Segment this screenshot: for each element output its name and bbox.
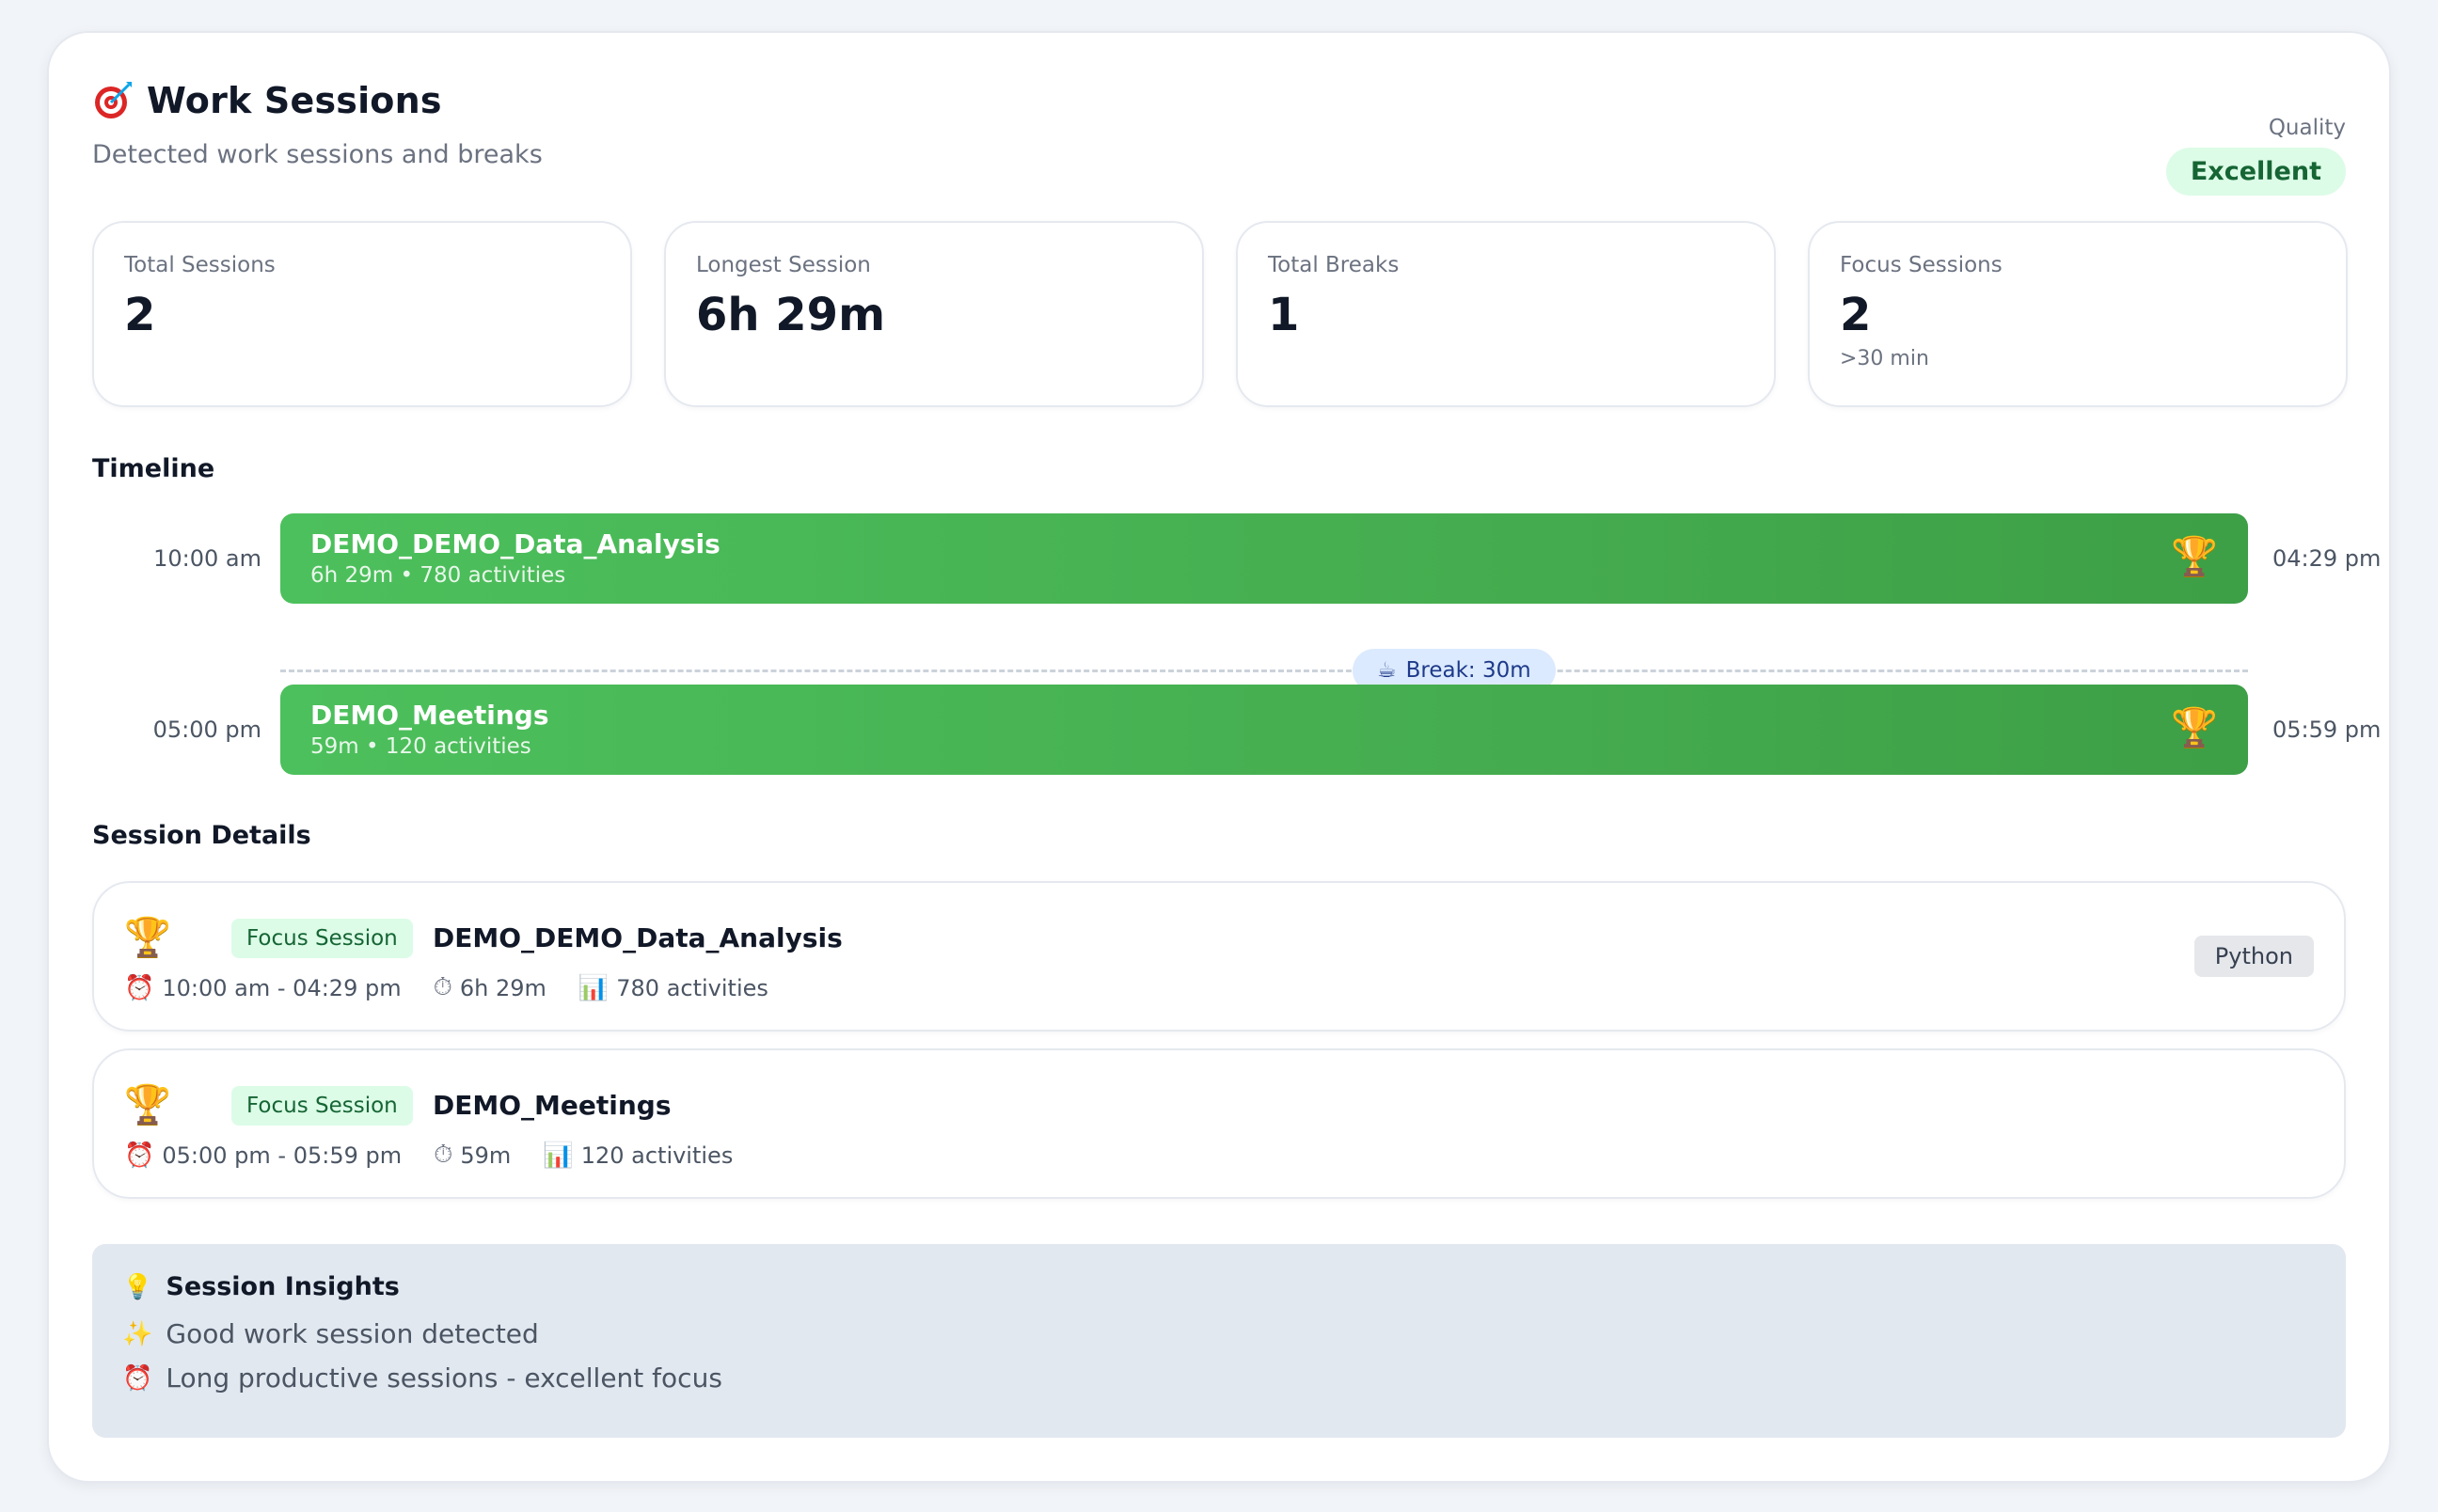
work-sessions-card: Work Sessions Detected work sessions and…: [47, 31, 2391, 1483]
session-meta: ⏰ 10:00 am - 04:29 pm ⏱ 6h 29m 📊 780 act…: [124, 973, 768, 1002]
activities-text: 120 activities: [580, 1142, 734, 1169]
session-duration: ⏱ 6h 29m: [434, 973, 546, 1002]
header: Work Sessions Detected work sessions and…: [92, 80, 2346, 212]
timeline-end-time: 04:29 pm: [2272, 545, 2382, 572]
timeline-session-row: 10:00 am DEMO_DEMO_Data_Analysis 6h 29m …: [92, 513, 2381, 604]
insights-title: Session Insights: [166, 1272, 400, 1301]
timeline-session-name: DEMO_Meetings: [310, 700, 549, 731]
stat-label: Longest Session: [696, 253, 871, 277]
timeline-start-time: 10:00 am: [153, 545, 261, 572]
trophy-icon: 🏆: [124, 916, 171, 959]
session-activities: 📊 780 activities: [578, 974, 768, 1002]
insights-heading: 💡 Session Insights: [122, 1272, 2316, 1301]
sparkles-icon: ✨: [122, 1319, 153, 1348]
timeline-end-time: 05:59 pm: [2272, 717, 2382, 743]
stat-card-total-breaks: Total Breaks 1: [1236, 221, 1776, 407]
trophy-icon: 🏆: [124, 1083, 171, 1126]
stopwatch-icon: ⏱: [433, 973, 452, 1001]
stopwatch-icon: ⏱: [434, 1141, 453, 1169]
stat-value: 1: [1268, 289, 1300, 341]
break-divider: [280, 669, 2248, 672]
stat-value: 2: [1840, 289, 1872, 341]
duration-text: 59m: [460, 1142, 512, 1169]
session-activities: 📊 120 activities: [543, 1142, 733, 1170]
time-range-text: 10:00 am - 04:29 pm: [162, 974, 402, 1001]
page-title: Work Sessions: [147, 80, 442, 121]
bar-chart-icon: 📊: [543, 1141, 574, 1170]
stat-label: Total Breaks: [1268, 253, 1400, 277]
stat-card-total-sessions: Total Sessions 2: [92, 221, 632, 407]
alarm-clock-icon: ⏰: [122, 1363, 153, 1393]
timeline-session-bar[interactable]: DEMO_Meetings 59m • 120 activities 🏆: [280, 685, 2248, 775]
stat-sub: >30 min: [1840, 347, 1929, 370]
timeline-session-name: DEMO_DEMO_Data_Analysis: [310, 528, 720, 559]
stat-value: 2: [124, 289, 156, 341]
target-icon: [92, 80, 134, 121]
session-detail-card[interactable]: 🏆 Focus Session DEMO_Meetings ⏰ 05:00 pm…: [92, 1048, 2346, 1199]
session-time-range: ⏰ 05:00 pm - 05:59 pm: [124, 1142, 402, 1170]
bar-chart-icon: 📊: [578, 973, 610, 1002]
quality-badge: Excellent: [2165, 148, 2346, 196]
session-name: DEMO_Meetings: [433, 1090, 672, 1121]
duration-text: 6h 29m: [459, 974, 546, 1001]
coffee-icon: ☕: [1377, 658, 1397, 683]
lightbulb-icon: 💡: [122, 1272, 153, 1301]
session-detail-card[interactable]: 🏆 Focus Session DEMO_DEMO_Data_Analysis …: [92, 881, 2346, 1032]
insight-text: Good work session detected: [166, 1318, 539, 1349]
timeline-start-time: 05:00 pm: [152, 717, 261, 743]
timeline-session-row: 05:00 pm DEMO_Meetings 59m • 120 activit…: [92, 685, 2381, 775]
time-range-text: 05:00 pm - 05:59 pm: [162, 1142, 403, 1169]
session-insights-panel: 💡 Session Insights ✨ Good work session d…: [92, 1244, 2346, 1438]
session-details-title: Session Details: [92, 821, 311, 850]
insight-item: ✨ Good work session detected: [122, 1318, 2316, 1349]
quality-label: Quality: [2268, 116, 2346, 140]
alarm-clock-icon: ⏰: [124, 973, 155, 1002]
focus-session-badge: Focus Session: [231, 919, 413, 958]
activities-text: 780 activities: [616, 974, 768, 1001]
stat-label: Total Sessions: [124, 253, 276, 277]
focus-session-badge: Focus Session: [231, 1086, 413, 1126]
timeline-session-bar[interactable]: DEMO_DEMO_Data_Analysis 6h 29m • 780 act…: [280, 513, 2248, 604]
language-tag: Python: [2193, 936, 2314, 977]
timeline-title: Timeline: [92, 454, 215, 483]
session-time-range: ⏰ 10:00 am - 04:29 pm: [124, 974, 402, 1002]
timeline-session-meta: 6h 29m • 780 activities: [310, 563, 566, 588]
session-duration: ⏱ 59m: [434, 1141, 511, 1170]
title-row: Work Sessions: [92, 80, 2346, 121]
session-meta: ⏰ 05:00 pm - 05:59 pm ⏱ 59m 📊 120 activi…: [124, 1141, 733, 1170]
page-subtitle: Detected work sessions and breaks: [92, 140, 543, 169]
alarm-clock-icon: ⏰: [124, 1141, 155, 1170]
insight-text: Long productive sessions - excellent foc…: [166, 1362, 722, 1394]
stat-label: Focus Sessions: [1840, 253, 2003, 277]
stat-card-longest-session: Longest Session 6h 29m: [664, 221, 1204, 407]
timeline-session-meta: 59m • 120 activities: [310, 734, 531, 759]
stat-value: 6h 29m: [696, 289, 886, 341]
quality-indicator: Quality Excellent: [2165, 116, 2346, 196]
session-name: DEMO_DEMO_Data_Analysis: [433, 922, 843, 953]
trophy-icon: 🏆: [2171, 535, 2218, 578]
stats-row: Total Sessions 2 Longest Session 6h 29m …: [92, 221, 2348, 407]
stat-card-focus-sessions: Focus Sessions 2 >30 min: [1808, 221, 2348, 407]
break-label: Break: 30m: [1405, 658, 1531, 683]
insight-item: ⏰ Long productive sessions - excellent f…: [122, 1362, 2316, 1394]
trophy-icon: 🏆: [2171, 706, 2218, 749]
